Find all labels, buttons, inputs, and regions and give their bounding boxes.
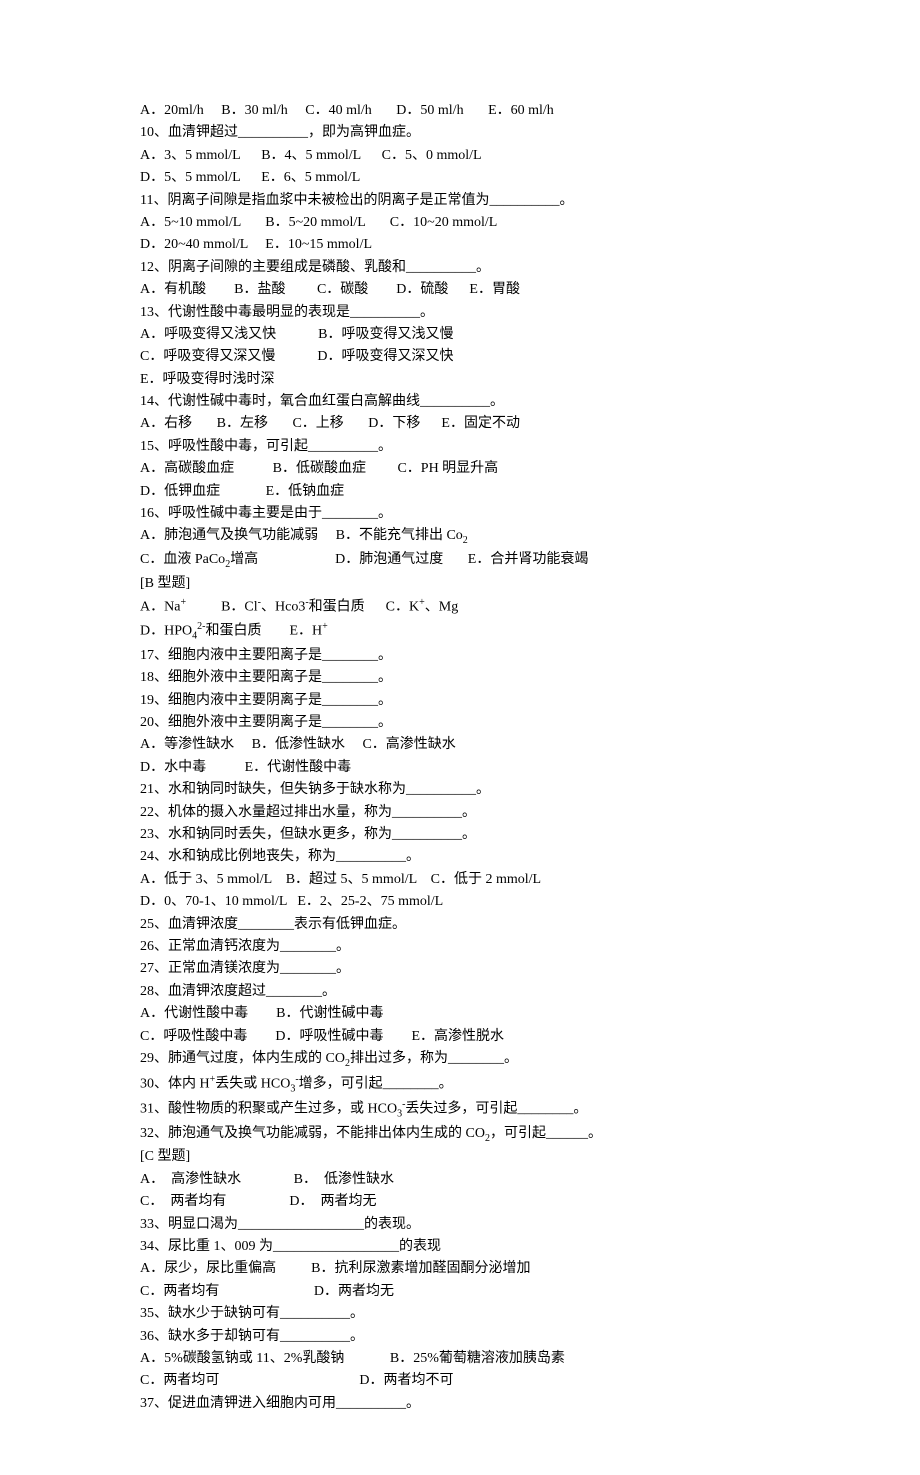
text-line: D．水中毒 E．代谢性酸中毒: [140, 757, 780, 779]
text-line: 12、阴离子间隙的主要组成是磷酸、乳酸和__________。: [140, 257, 780, 279]
text-line: A．Na+ B．Cl-、Hco3-和蛋白质 C．K+、Mg: [140, 595, 780, 619]
text-line: 20、细胞外液中主要阴离子是________。: [140, 712, 780, 734]
text-line: A．代谢性酸中毒 B．代谢性碱中毒: [140, 1003, 780, 1025]
text-line: E．呼吸变得时浅时深: [140, 369, 780, 391]
text-line: A．20ml/h B．30 ml/h C．40 ml/h D．50 ml/h E…: [140, 100, 780, 122]
text-line: 10、血清钾超过__________，即为高钾血症。: [140, 122, 780, 144]
text-line: A．5~10 mmol/L B．5~20 mmol/L C．10~20 mmol…: [140, 212, 780, 234]
text-line: 13、代谢性酸中毒最明显的表现是__________。: [140, 302, 780, 324]
text-line: 14、代谢性碱中毒时，氧合血红蛋白高解曲线__________。: [140, 391, 780, 413]
text-line: 24、水和钠成比例地丧失，称为__________。: [140, 846, 780, 868]
text-line: [B 型题]: [140, 573, 780, 595]
text-line: C．血液 PaCo2增高 D．肺泡通气过度 E．合并肾功能衰竭: [140, 549, 780, 573]
text-line: A． 高渗性缺水 B． 低渗性缺水: [140, 1169, 780, 1191]
text-line: 35、缺水少于缺钠可有__________。: [140, 1303, 780, 1325]
text-line: D．HPO42-和蛋白质 E．H+: [140, 619, 780, 644]
text-line: A．3、5 mmol/L B．4、5 mmol/L C．5、0 mmol/L: [140, 145, 780, 167]
text-line: A．右移 B．左移 C．上移 D．下移 E．固定不动: [140, 413, 780, 435]
text-line: A．呼吸变得又浅又快 B．呼吸变得又浅又慢: [140, 324, 780, 346]
text-line: A．有机酸 B．盐酸 C．碳酸 D．硫酸 E．胃酸: [140, 279, 780, 301]
text-line: 17、细胞内液中主要阳离子是________。: [140, 645, 780, 667]
text-line: D．0、70-1、10 mmol/L E．2、25-2、75 mmol/L: [140, 891, 780, 913]
text-line: 30、体内 H+丢失或 HCO3-增多，可引起________。: [140, 1072, 780, 1097]
text-line: 31、酸性物质的积聚或产生过多，或 HCO3-丢失过多，可引起________。: [140, 1097, 780, 1122]
text-line: A．等渗性缺水 B．低渗性缺水 C．高渗性缺水: [140, 734, 780, 756]
text-line: D．低钾血症 E．低钠血症: [140, 481, 780, 503]
text-line: 25、血清钾浓度________表示有低钾血症。: [140, 914, 780, 936]
text-line: 27、正常血清镁浓度为________。: [140, 958, 780, 980]
text-line: 37、促进血清钾进入细胞内可用__________。: [140, 1393, 780, 1415]
text-line: 36、缺水多于却钠可有__________。: [140, 1326, 780, 1348]
text-line: 21、水和钠同时缺失，但失钠多于缺水称为__________。: [140, 779, 780, 801]
text-line: D．20~40 mmol/L E．10~15 mmol/L: [140, 234, 780, 256]
text-line: 26、正常血清钙浓度为________。: [140, 936, 780, 958]
text-line: 23、水和钠同时丢失，但缺水更多，称为__________。: [140, 824, 780, 846]
text-line: C．呼吸变得又深又慢 D．呼吸变得又深又快: [140, 346, 780, 368]
text-line: 34、尿比重 1、009 为__________________的表现: [140, 1236, 780, 1258]
text-line: 28、血清钾浓度超过________。: [140, 981, 780, 1003]
text-line: A．尿少，尿比重偏高 B．抗利尿激素增加醛固酮分泌增加: [140, 1258, 780, 1280]
text-line: C．两者均可 D．两者均不可: [140, 1370, 780, 1392]
text-line: 18、细胞外液中主要阳离子是________。: [140, 667, 780, 689]
text-line: 11、阴离子间隙是指血浆中未被检出的阴离子是正常值为__________。: [140, 190, 780, 212]
text-line: 22、机体的摄入水量超过排出水量，称为__________。: [140, 802, 780, 824]
text-line: C．两者均有 D．两者均无: [140, 1281, 780, 1303]
text-line: 29、肺通气过度，体内生成的 CO2排出过多，称为________。: [140, 1048, 780, 1072]
text-line: C．呼吸性酸中毒 D．呼吸性碱中毒 E．高渗性脱水: [140, 1026, 780, 1048]
text-line: [C 型题]: [140, 1146, 780, 1168]
text-line: A．5%碳酸氢钠或 11、2%乳酸钠 B．25%葡萄糖溶液加胰岛素: [140, 1348, 780, 1370]
text-line: D．5、5 mmol/L E．6、5 mmol/L: [140, 167, 780, 189]
text-line: A．肺泡通气及换气功能减弱 B．不能充气排出 Co2: [140, 525, 780, 549]
text-line: C． 两者均有 D． 两者均无: [140, 1191, 780, 1213]
document-content: A．20ml/h B．30 ml/h C．40 ml/h D．50 ml/h E…: [140, 100, 780, 1415]
text-line: A．低于 3、5 mmol/L B．超过 5、5 mmol/L C．低于 2 m…: [140, 869, 780, 891]
text-line: 32、肺泡通气及换气功能减弱，不能排出体内生成的 CO2，可引起______。: [140, 1123, 780, 1147]
text-line: 19、细胞内液中主要阴离子是________。: [140, 690, 780, 712]
text-line: 33、明显口渴为__________________的表现。: [140, 1214, 780, 1236]
text-line: 16、呼吸性碱中毒主要是由于________。: [140, 503, 780, 525]
text-line: A．高碳酸血症 B．低碳酸血症 C．PH 明显升高: [140, 458, 780, 480]
text-line: 15、呼吸性酸中毒，可引起__________。: [140, 436, 780, 458]
